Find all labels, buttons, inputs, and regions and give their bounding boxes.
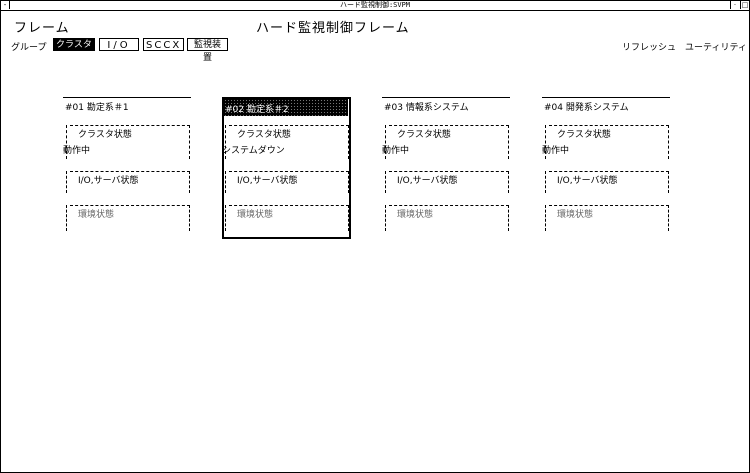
page-title: ハード監視制御フレーム <box>256 21 410 36</box>
card-title: #04 開発系システム <box>544 103 629 113</box>
cluster-status-value: 動作中 <box>382 146 410 156</box>
card-divider <box>382 97 510 98</box>
io-server-status-panel[interactable]: I/O,サーバ状態 <box>545 171 669 193</box>
frame-label: フレーム <box>14 21 70 36</box>
cluster-status-panel[interactable]: クラスタ状態 動作中 <box>542 125 669 159</box>
environment-status-label: 環境状態 <box>78 210 115 220</box>
io-server-status-panel[interactable]: I/O,サーバ状態 <box>385 171 509 193</box>
environment-status-label: 環境状態 <box>397 210 434 220</box>
card-title: #03 情報系システム <box>384 103 469 113</box>
io-server-status-label: I/O,サーバ状態 <box>557 176 618 186</box>
environment-status-label: 環境状態 <box>237 210 274 220</box>
cluster-status-label: クラスタ状態 <box>78 130 132 140</box>
cluster-status-label: クラスタ状態 <box>557 130 611 140</box>
cluster-status-value: 動作中 <box>542 146 570 156</box>
environment-status-panel[interactable]: 環境状態 <box>385 205 509 231</box>
title-bar[interactable]: - ハード監視制御:SVPM · □ <box>1 1 749 11</box>
utility-menu[interactable]: ユーティリティ <box>685 40 747 53</box>
cluster-status-value: 動作中 <box>63 146 91 156</box>
card-title: #01 勘定系＃1 <box>65 103 129 113</box>
io-server-status-label: I/O,サーバ状態 <box>78 176 139 186</box>
minimize-icon[interactable]: · <box>730 1 739 9</box>
cluster-status-panel[interactable]: クラスタ状態 動作中 <box>63 125 190 159</box>
card-title: #02 勘定系＃2 <box>225 105 289 115</box>
cluster-status-panel[interactable]: クラスタ状態 動作中 <box>382 125 509 159</box>
cluster-status-value: システムダウン <box>222 146 285 156</box>
refresh-menu[interactable]: リフレッシュ <box>622 40 676 53</box>
group-button-cluster[interactable]: クラスタ <box>53 38 95 51</box>
system-card-04[interactable]: #04 開発系システム クラスタ状態 動作中 I/O,サーバ状態 環境状態 <box>542 97 670 239</box>
system-card-02[interactable]: #02 勘定系＃2 クラスタ状態 システムダウン I/O,サーバ状態 環境状態 <box>222 97 351 239</box>
maximize-icon[interactable]: □ <box>740 1 749 9</box>
system-card-03[interactable]: #03 情報系システム クラスタ状態 動作中 I/O,サーバ状態 環境状態 <box>382 97 510 239</box>
environment-status-panel[interactable]: 環境状態 <box>66 205 190 231</box>
group-button-monitor[interactable]: 監視装置 <box>187 38 228 63</box>
card-divider <box>542 97 670 98</box>
io-server-status-label: I/O,サーバ状態 <box>237 176 298 186</box>
io-server-status-panel[interactable]: I/O,サーバ状態 <box>225 171 349 193</box>
app-window: - ハード監視制御:SVPM · □ フレーム ハード監視制御フレーム グループ… <box>0 0 750 473</box>
card-divider <box>63 97 191 98</box>
cluster-status-panel[interactable]: クラスタ状態 システムダウン <box>222 125 349 159</box>
group-button-sccx[interactable]: SCCX <box>143 38 184 51</box>
group-label: グループ <box>11 43 47 53</box>
cluster-status-label: クラスタ状態 <box>397 130 451 140</box>
environment-status-panel[interactable]: 環境状態 <box>545 205 669 231</box>
group-button-io[interactable]: I/O <box>99 38 139 51</box>
io-server-status-label: I/O,サーバ状態 <box>397 176 458 186</box>
system-card-01[interactable]: #01 勘定系＃1 クラスタ状態 動作中 I/O,サーバ状態 環境状態 <box>63 97 191 239</box>
cluster-status-label: クラスタ状態 <box>237 130 291 140</box>
window-title: ハード監視制御:SVPM <box>339 1 411 9</box>
environment-status-panel[interactable]: 環境状態 <box>225 205 349 231</box>
io-server-status-panel[interactable]: I/O,サーバ状態 <box>66 171 190 193</box>
environment-status-label: 環境状態 <box>557 210 594 220</box>
